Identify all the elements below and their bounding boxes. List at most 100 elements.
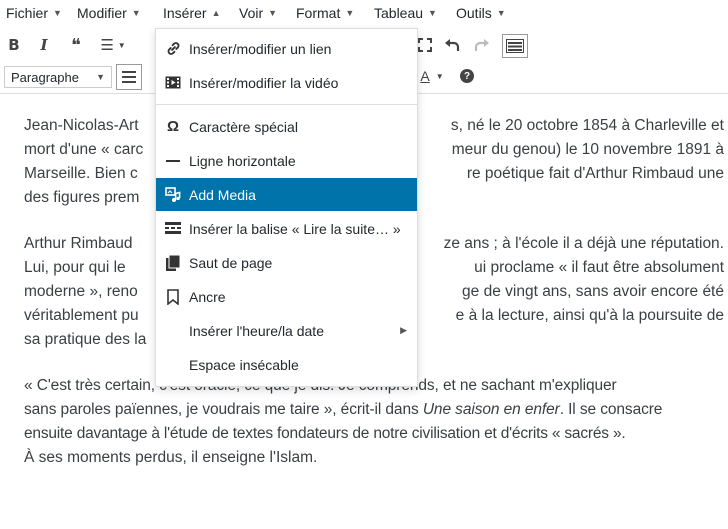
redo-icon bbox=[474, 39, 489, 51]
text: Marseille. Bien c bbox=[24, 165, 138, 182]
insert-dropdown-menu: Insérer/modifier un lien Insérer/modifie… bbox=[155, 28, 418, 387]
undo-button[interactable] bbox=[442, 32, 462, 58]
chevron-down-icon: ▼ bbox=[96, 72, 105, 82]
menu-tableau[interactable]: Tableau ▼ bbox=[368, 0, 443, 25]
menubar: Fichier ▼ Modifier ▼ Insérer ▲ Voir ▼ Fo… bbox=[0, 0, 728, 25]
chevron-down-icon: ▼ bbox=[428, 7, 437, 18]
menu-item-label: Espace insécable bbox=[189, 356, 299, 373]
chevron-down-icon: ▼ bbox=[268, 7, 278, 18]
menu-item-special-character[interactable]: Ω Caractère spécial bbox=[156, 110, 417, 143]
menu-fichier[interactable]: Fichier ▼ bbox=[0, 0, 68, 25]
menu-tableau-label: Tableau bbox=[374, 4, 424, 21]
menu-item-label: Insérer l'heure/la date bbox=[189, 322, 324, 339]
help-button[interactable]: ? bbox=[458, 63, 476, 89]
menu-item-label: Insérer/modifier un lien bbox=[189, 40, 332, 57]
menu-item-label: Ligne horizontale bbox=[189, 152, 296, 169]
undo-icon bbox=[445, 39, 460, 51]
menu-item-label: Ancre bbox=[189, 288, 226, 305]
text: Arthur Rimbaud bbox=[24, 235, 133, 252]
menu-item-nonbreaking-space[interactable]: Espace insécable bbox=[156, 348, 417, 381]
chevron-down-icon: ▼ bbox=[496, 7, 506, 18]
help-icon: ? bbox=[460, 69, 474, 83]
text: Lui, pour qui le bbox=[24, 259, 126, 276]
menu-item-label: Insérer la balise « Lire la suite… » bbox=[189, 220, 401, 237]
menu-modifier-label: Modifier bbox=[77, 4, 127, 21]
text: mort d'une « carc bbox=[24, 141, 144, 158]
menu-outils-label: Outils bbox=[456, 4, 492, 21]
omega-icon: Ω bbox=[166, 118, 180, 135]
toolbar-toggle-button[interactable] bbox=[502, 34, 528, 58]
chevron-right-icon: ▶ bbox=[400, 325, 407, 335]
quote-icon: ❝ bbox=[71, 34, 81, 55]
text: meur du genou) le 10 novembre 1891 à bbox=[451, 141, 724, 158]
menu-item-label: Add Media bbox=[189, 186, 256, 203]
menu-format[interactable]: Format ▼ bbox=[290, 0, 360, 25]
text: e à la lecture, ainsi qu'à la poursuite … bbox=[455, 307, 724, 324]
bullet-list-button[interactable]: ☰ ▼ bbox=[98, 32, 128, 58]
align-justify-button[interactable] bbox=[116, 64, 142, 90]
blockquote-button[interactable]: ❝ bbox=[64, 32, 88, 58]
chevron-down-icon: ▼ bbox=[131, 7, 141, 18]
video-icon bbox=[165, 75, 181, 91]
chevron-down-icon: ▼ bbox=[435, 71, 444, 81]
text-italic: Une saison en enfer bbox=[422, 401, 560, 418]
menu-separator bbox=[156, 104, 417, 105]
text: re poétique fait d'Arthur Rimbaud une bbox=[466, 165, 724, 182]
media-icon bbox=[165, 186, 181, 203]
italic-icon: I bbox=[40, 36, 48, 54]
redo-button[interactable] bbox=[472, 32, 492, 58]
menu-item-label: Insérer/modifier la vidéo bbox=[189, 74, 339, 91]
link-icon bbox=[165, 41, 181, 57]
menu-item-label: Caractère spécial bbox=[189, 118, 298, 135]
menu-inserer-label: Insérer bbox=[163, 4, 207, 21]
menu-inserer[interactable]: Insérer ▲ bbox=[157, 0, 227, 25]
text: s, né le 20 octobre 1854 à Charleville e… bbox=[450, 117, 724, 134]
text: moderne », reno bbox=[24, 283, 138, 300]
text: véritablement pu bbox=[24, 307, 139, 324]
chevron-down-icon: ▼ bbox=[345, 7, 355, 18]
menu-item-horizontal-line[interactable]: Ligne horizontale bbox=[156, 144, 417, 177]
text: sans paroles païennes, je voudrais me ta… bbox=[24, 401, 423, 418]
menu-voir-label: Voir bbox=[239, 4, 264, 21]
paragraph-3: « C'est très certain, c'est oracle, ce q… bbox=[24, 374, 724, 470]
menu-modifier[interactable]: Modifier ▼ bbox=[71, 0, 147, 25]
menu-item-read-more[interactable]: Insérer la balise « Lire la suite… » bbox=[156, 212, 417, 245]
chevron-up-icon: ▲ bbox=[211, 7, 221, 18]
bold-icon: B bbox=[8, 36, 20, 54]
menu-item-insert-video[interactable]: Insérer/modifier la vidéo bbox=[156, 66, 417, 99]
format-select-value: Paragraphe bbox=[11, 69, 79, 85]
menu-item-insert-datetime[interactable]: Insérer l'heure/la date ▶ bbox=[156, 314, 417, 347]
align-justify-icon bbox=[122, 71, 136, 83]
menu-format-label: Format bbox=[296, 4, 341, 21]
menu-item-page-break[interactable]: Saut de page bbox=[156, 246, 417, 279]
text: À ses moments perdus, il enseigne l'Isla… bbox=[24, 449, 318, 466]
read-more-icon bbox=[165, 221, 181, 237]
bookmark-icon bbox=[165, 288, 181, 305]
list-icon: ☰ bbox=[100, 37, 114, 54]
text: Jean-Nicolas-Art bbox=[24, 117, 139, 134]
menu-item-anchor[interactable]: Ancre bbox=[156, 280, 417, 313]
text: ui proclame « il faut être absolument bbox=[474, 259, 724, 276]
text: des figures prem bbox=[24, 189, 140, 206]
menu-item-insert-link[interactable]: Insérer/modifier un lien bbox=[156, 32, 417, 65]
fullscreen-button[interactable] bbox=[416, 32, 434, 58]
menu-item-label: Saut de page bbox=[189, 254, 273, 271]
fullscreen-icon bbox=[418, 38, 432, 52]
text: . Il se consacre bbox=[559, 401, 663, 418]
menu-outils[interactable]: Outils ▼ bbox=[450, 0, 512, 25]
text-color-icon: A bbox=[420, 68, 430, 84]
italic-button[interactable]: I bbox=[34, 32, 54, 58]
menu-voir[interactable]: Voir ▼ bbox=[233, 0, 283, 25]
text-color-button[interactable]: A ▼ bbox=[418, 63, 446, 89]
horizontal-line-icon bbox=[165, 153, 181, 169]
menu-item-add-media[interactable]: Add Media bbox=[156, 178, 417, 211]
text: ge de vingt ans, sans avoir encore été bbox=[462, 283, 724, 300]
keyboard-icon bbox=[506, 39, 524, 53]
format-select[interactable]: Paragraphe ▼ bbox=[4, 66, 112, 88]
page-break-icon bbox=[165, 254, 181, 271]
text: ze ans ; à l'école il a déjà une réputat… bbox=[443, 235, 724, 252]
chevron-down-icon: ▼ bbox=[53, 7, 62, 18]
menu-fichier-label: Fichier bbox=[6, 4, 49, 21]
bold-button[interactable]: B bbox=[4, 32, 24, 58]
text: ensuite davantage à l'étude de textes fo… bbox=[24, 425, 626, 442]
